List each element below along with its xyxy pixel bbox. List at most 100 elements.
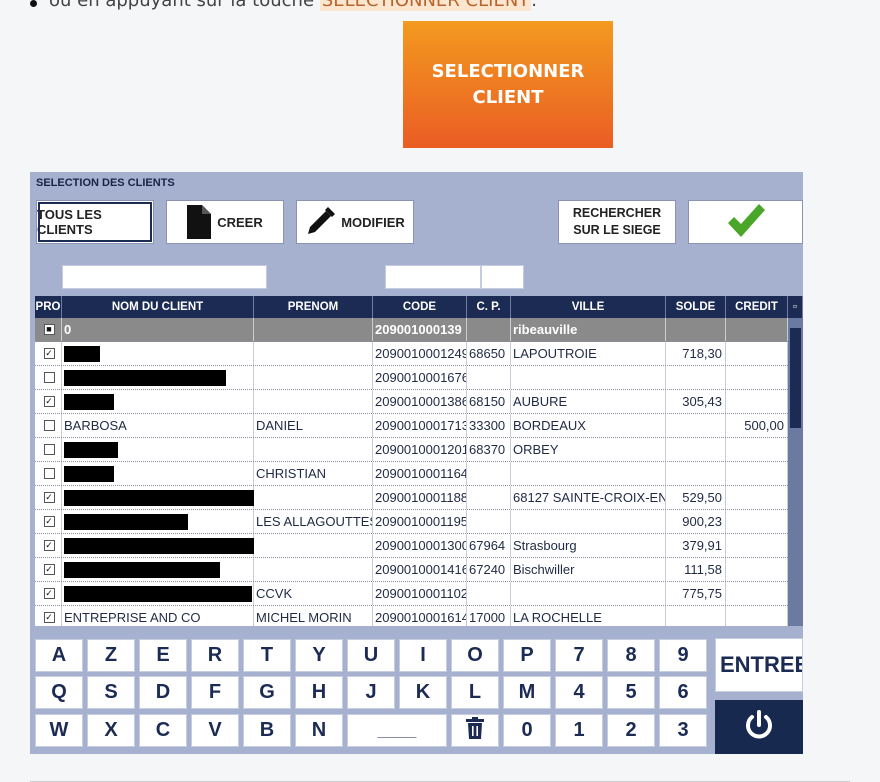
table-row[interactable]: ✓ 2090010001300 67964 Strasbourg 379,91	[35, 534, 788, 558]
key-6[interactable]: 6	[659, 676, 707, 709]
key-i[interactable]: I	[399, 639, 447, 672]
pro-checkbox[interactable]: ✓	[43, 588, 55, 599]
pro-checkbox[interactable]: ✓	[43, 396, 55, 407]
pro-checkbox[interactable]: ✓	[43, 492, 55, 503]
pro-checkbox[interactable]	[43, 468, 55, 479]
key-m[interactable]: M	[503, 676, 551, 709]
cell-code: 2090010001102	[373, 582, 467, 605]
table-row[interactable]: ✓ LES ALLAGOUTTES 2090010001195 900,23	[35, 510, 788, 534]
key-7[interactable]: 7	[555, 639, 603, 672]
key-o[interactable]: O	[451, 639, 499, 672]
key-r[interactable]: R	[191, 639, 239, 672]
key-c[interactable]: C	[139, 714, 187, 747]
cell-prenom	[254, 438, 373, 461]
pro-checkbox[interactable]: ✓	[43, 564, 55, 575]
rechercher-siege-button[interactable]: RECHERCHER SUR LE SIEGE	[558, 200, 676, 244]
redacted-name	[64, 370, 226, 386]
scrollbar-thumb[interactable]	[790, 328, 801, 428]
table-row[interactable]: ✓ CCVK 2090010001102 775,75	[35, 582, 788, 606]
power-button[interactable]	[715, 700, 803, 754]
key-e[interactable]: E	[139, 639, 187, 672]
col-ville[interactable]: VILLE	[511, 296, 666, 318]
table-row[interactable]: 2090010001201 68370 ORBEY	[35, 438, 788, 462]
cell-ville: Bischwiller	[511, 558, 666, 581]
key-p[interactable]: P	[503, 639, 551, 672]
table-row[interactable]: CHRISTIAN 2090010001164	[35, 462, 788, 486]
redacted-name	[64, 562, 220, 578]
delete-key[interactable]	[451, 714, 499, 747]
table-row[interactable]: 2090010001676	[35, 366, 788, 390]
col-pro[interactable]: PRO	[35, 296, 62, 318]
pro-checkbox-cell: ✓	[35, 606, 62, 626]
table-row[interactable]: ✓ 2090010001188 68127 SAINTE-CROIX-EN-P 529…	[35, 486, 788, 510]
pro-checkbox[interactable]: ✓	[43, 612, 55, 623]
pro-checkbox[interactable]	[43, 420, 55, 431]
cell-ville: AUBURE	[511, 390, 666, 413]
col-credit[interactable]: CREDIT	[726, 296, 788, 318]
key-k[interactable]: K	[399, 676, 447, 709]
key-t[interactable]: T	[243, 639, 291, 672]
entree-key[interactable]: ENTREE	[715, 638, 803, 692]
selectionner-client-button[interactable]: SELECTIONNER CLIENT	[403, 21, 613, 148]
key-5[interactable]: 5	[607, 676, 655, 709]
pro-checkbox[interactable]	[43, 444, 55, 455]
key-j[interactable]: J	[347, 676, 395, 709]
table-row[interactable]: ✓ 2090010001386 68150 AUBURE 305,43	[35, 390, 788, 414]
table-row[interactable]: ✓ 2090010001416 67240 Bischwiller 111,58	[35, 558, 788, 582]
key-q[interactable]: Q	[35, 676, 83, 709]
key-8[interactable]: 8	[607, 639, 655, 672]
pro-checkbox[interactable]: ■	[43, 324, 55, 335]
key-y[interactable]: Y	[295, 639, 343, 672]
key-w[interactable]: W	[35, 714, 83, 747]
key-n[interactable]: N	[295, 714, 343, 747]
key-3[interactable]: 3	[659, 714, 707, 747]
key-l[interactable]: L	[451, 676, 499, 709]
search-cp-input[interactable]	[481, 265, 524, 289]
pro-checkbox[interactable]: ✓	[43, 516, 55, 527]
validate-button[interactable]	[688, 200, 803, 244]
modifier-button[interactable]: MODIFIER	[296, 200, 414, 244]
creer-button[interactable]: CREER	[166, 200, 284, 244]
redacted-name	[64, 442, 118, 458]
space-key[interactable]: _____	[347, 714, 447, 747]
tous-les-clients-button[interactable]: TOUS LES CLIENTS	[36, 200, 154, 244]
panel-title: SELECTION DES CLIENTS	[36, 177, 175, 189]
key-2[interactable]: 2	[607, 714, 655, 747]
intro-text: ou en appuyant sur la touche	[49, 0, 315, 11]
table-row[interactable]: ✓ 2090010001249 68650 LAPOUTROIE 718,30	[35, 342, 788, 366]
table-row[interactable]: BARBOSA DANIEL 2090010001713 33300 BORDEAUX 5…	[35, 414, 788, 438]
key-z[interactable]: Z	[87, 639, 135, 672]
pro-checkbox[interactable]: ✓	[43, 540, 55, 551]
key-4[interactable]: 4	[555, 676, 603, 709]
key-v[interactable]: V	[191, 714, 239, 747]
column-chooser-icon[interactable]: ▫	[788, 296, 803, 318]
col-code[interactable]: CODE	[373, 296, 467, 318]
key-1[interactable]: 1	[555, 714, 603, 747]
col-nom[interactable]: NOM DU CLIENT	[62, 296, 254, 318]
redacted-name	[64, 394, 114, 410]
cell-ville: BORDEAUX	[511, 414, 666, 437]
table-row[interactable]: ■ 0 209001000139 ribeauville	[35, 318, 788, 342]
pro-checkbox[interactable]	[43, 372, 55, 383]
cell-cp: 17000	[467, 606, 511, 626]
key-g[interactable]: G	[243, 676, 291, 709]
key-s[interactable]: S	[87, 676, 135, 709]
key-0[interactable]: 0	[503, 714, 551, 747]
key-f[interactable]: F	[191, 676, 239, 709]
cell-code: 2090010001164	[373, 462, 467, 485]
key-a[interactable]: A	[35, 639, 83, 672]
key-9[interactable]: 9	[659, 639, 707, 672]
table-row[interactable]: ✓ ENTREPRISE AND CO MICHEL MORIN 2090010001…	[35, 606, 788, 626]
table-scrollbar[interactable]	[788, 318, 803, 626]
key-u[interactable]: U	[347, 639, 395, 672]
key-d[interactable]: D	[139, 676, 187, 709]
col-prenom[interactable]: PRENOM	[254, 296, 373, 318]
col-cp[interactable]: C. P.	[467, 296, 511, 318]
key-h[interactable]: H	[295, 676, 343, 709]
key-x[interactable]: X	[87, 714, 135, 747]
search-code-input[interactable]	[385, 265, 481, 289]
pro-checkbox[interactable]: ✓	[43, 348, 55, 359]
search-name-input[interactable]	[62, 265, 267, 289]
key-b[interactable]: B	[243, 714, 291, 747]
col-solde[interactable]: SOLDE	[666, 296, 726, 318]
